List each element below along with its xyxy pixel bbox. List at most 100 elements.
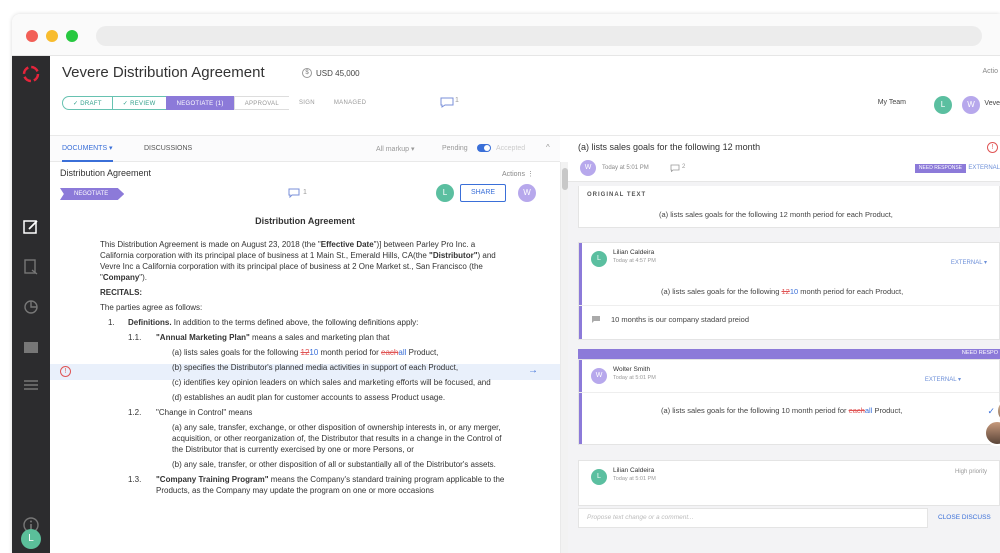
text-run: Company [102, 273, 140, 282]
need-response-strip-text: NEED RESPO [961, 350, 998, 356]
external-dropdown[interactable]: EXTERNAL ▾ [925, 376, 961, 383]
document-actions-menu[interactable]: Actions ⋮ [502, 170, 534, 178]
discussion-header: (a) lists sales goals for the following … [568, 136, 1000, 182]
divider [579, 305, 999, 306]
address-bar[interactable] [96, 26, 982, 46]
warning-icon[interactable]: ! [60, 366, 71, 377]
tab-documents[interactable]: DOCUMENTS ▾ [62, 136, 113, 162]
priority-label: High priority [954, 469, 987, 475]
app-window: L Vevere Distribution Agreement $ USD 45… [12, 14, 1000, 553]
note-icon [592, 316, 600, 323]
minimize-window-button[interactable] [46, 30, 58, 42]
clause-title: Definitions. [128, 318, 172, 327]
clause-title: "Annual Marketing Plan" [156, 333, 250, 342]
clause-1-1-a[interactable]: (a) lists sales goals for the following … [100, 347, 510, 358]
maximize-window-button[interactable] [66, 30, 78, 42]
commenter-name: Lilian Caldeira [613, 249, 655, 256]
text-run: means a sales and marketing plan that [249, 333, 390, 342]
discussion-comment-count: 2 [682, 164, 686, 170]
text-run: means [226, 408, 253, 417]
documents-icon[interactable] [22, 258, 40, 276]
need-response-badge: NEED RESPONSE [914, 164, 966, 173]
comment-icon[interactable] [288, 188, 300, 198]
comment-card-lilian-2: L Lilian Caldeira Today at 5:01 PM High … [578, 460, 1000, 506]
stage-negotiate[interactable]: NEGOTIATE (1) [165, 96, 235, 110]
commenter-avatar[interactable]: L [591, 251, 607, 267]
document-scrollbar[interactable] [560, 162, 568, 553]
arrow-right-icon[interactable]: → [528, 365, 538, 376]
collaborator-avatar-l[interactable]: L [436, 184, 454, 202]
share-button[interactable]: SHARE [460, 184, 506, 202]
browser-titlebar [12, 14, 1000, 56]
team-avatar-w[interactable]: W [962, 96, 980, 114]
comment-icon[interactable] [440, 97, 454, 108]
clause-number: 1. [108, 318, 115, 327]
commenter-avatar[interactable]: L [591, 469, 607, 485]
text-run: (a) lists sales goals for the following [661, 287, 782, 296]
app-logo-icon[interactable] [21, 64, 41, 84]
text-run: In addition to the terms defined above, … [171, 318, 419, 327]
team-avatar-l[interactable]: L [934, 96, 952, 114]
collaborator-avatar-w[interactable]: W [518, 184, 536, 202]
pending-label: Pending [442, 145, 468, 152]
comment-time: Today at 5:01 PM [613, 476, 656, 482]
chevron-up-icon[interactable]: ^ [546, 143, 550, 152]
inserted-text: 10 [789, 287, 799, 296]
document-toolbar: DOCUMENTS ▾ DISCUSSIONS All markup ▾ Pen… [50, 136, 560, 162]
text-run: This Distribution Agreement is made on A… [100, 240, 321, 249]
reports-pie-icon[interactable] [22, 298, 40, 316]
text-run: Effective Date [320, 240, 374, 249]
settings-sliders-icon[interactable] [22, 376, 40, 394]
stage-sign[interactable]: SIGN [289, 96, 325, 110]
comment-icon[interactable] [670, 164, 680, 172]
stage-draft[interactable]: ✓ DRAFT [62, 96, 113, 110]
proposed-change: (a) lists sales goals for the following … [661, 406, 902, 415]
card-accent-bar [579, 360, 582, 444]
pending-accepted-toggle[interactable] [477, 144, 491, 152]
commenter-name: Lilian Caldeira [613, 467, 655, 474]
text-run: Product, [406, 348, 439, 357]
stage-approval[interactable]: APPROVAL [233, 96, 290, 110]
contract-value: $ USD 45,000 [302, 68, 360, 78]
close-window-button[interactable] [26, 30, 38, 42]
commenter-avatar[interactable]: W [591, 368, 607, 384]
accepted-label: Accepted [496, 145, 526, 152]
document-body: Distribution Agreement This Distribution… [100, 216, 510, 500]
checkmark-icon[interactable]: ✓ [987, 406, 995, 417]
deleted-text: each [381, 348, 399, 357]
stage-review[interactable]: ✓ REVIEW [111, 96, 167, 110]
comment-note: 10 months is our company stadard preiod [611, 315, 749, 324]
discussion-author-avatar[interactable]: W [580, 160, 596, 176]
external-label[interactable]: EXTERNAL [968, 165, 1000, 171]
stage-managed[interactable]: MANAGED [323, 96, 377, 110]
discussion-panel: (a) lists sales goals for the following … [568, 136, 1000, 553]
card-accent-bar [579, 243, 582, 339]
close-discussion-button[interactable]: CLOSE DISCUSS [938, 514, 991, 521]
discussion-title: (a) lists sales goals for the following … [578, 142, 761, 152]
divider [579, 392, 999, 393]
inserted-text: 10 [309, 348, 319, 357]
actions-menu[interactable]: Actio [982, 68, 998, 75]
document-comment-count: 1 [303, 189, 307, 196]
edit-document-icon[interactable] [22, 218, 40, 236]
text-run: month period for [318, 348, 382, 357]
vendor-name: Veve [984, 100, 1000, 107]
document-heading: Distribution Agreement [255, 216, 355, 226]
current-user-avatar[interactable]: L [21, 529, 41, 549]
markup-filter[interactable]: All markup ▾ [376, 145, 415, 153]
clause-1-1-b: (b) specifies the Distributor's planned … [172, 363, 459, 372]
tab-discussions[interactable]: DISCUSSIONS [144, 136, 192, 162]
folder-icon[interactable] [22, 338, 40, 356]
clause-number: 1.3. [128, 475, 142, 484]
external-dropdown[interactable]: EXTERNAL ▾ [951, 259, 987, 266]
text-run: (a) lists sales goals for the following … [661, 406, 849, 415]
commenter-name: Wolter Smith [613, 366, 651, 373]
page-title: Vevere Distribution Agreement [62, 64, 265, 81]
clause-number: 1.1. [128, 333, 142, 342]
clause-1-1-d: (d) establishes an audit plan for custom… [172, 393, 446, 402]
comment-composer-input[interactable]: Propose text change or a comment... [578, 508, 928, 528]
alert-icon[interactable]: ! [987, 142, 998, 153]
clause-1-3: 1.3. "Company Training Program" means the… [100, 474, 510, 496]
text-run: "Distributor" [429, 251, 478, 260]
clause-1-2-a: (a) any sale, transfer, exchange, or oth… [172, 423, 502, 454]
